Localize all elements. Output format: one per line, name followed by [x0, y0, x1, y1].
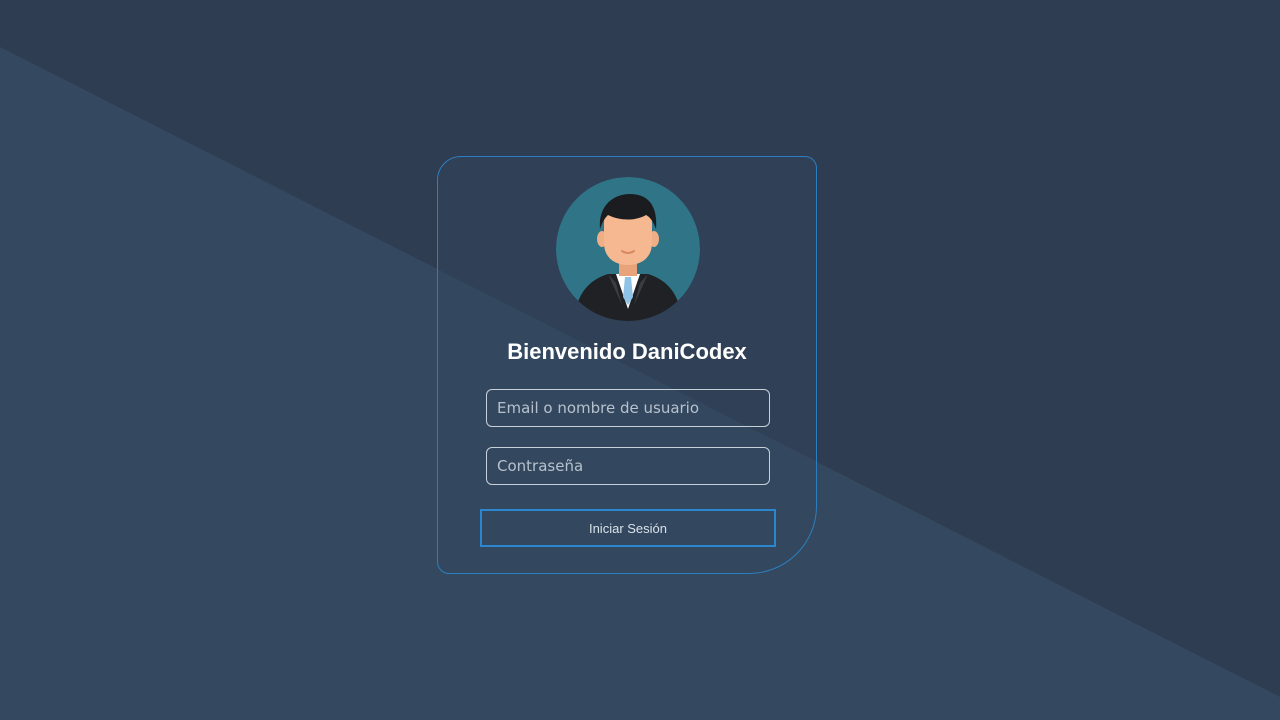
login-button[interactable]: Iniciar Sesión [480, 509, 776, 547]
login-card: Bienvenido DaniCodex Iniciar Sesión [437, 156, 817, 574]
user-avatar-icon [556, 177, 700, 321]
password-input[interactable] [486, 447, 770, 485]
email-username-input[interactable] [486, 389, 770, 427]
welcome-title: Bienvenido DaniCodex [507, 339, 747, 364]
